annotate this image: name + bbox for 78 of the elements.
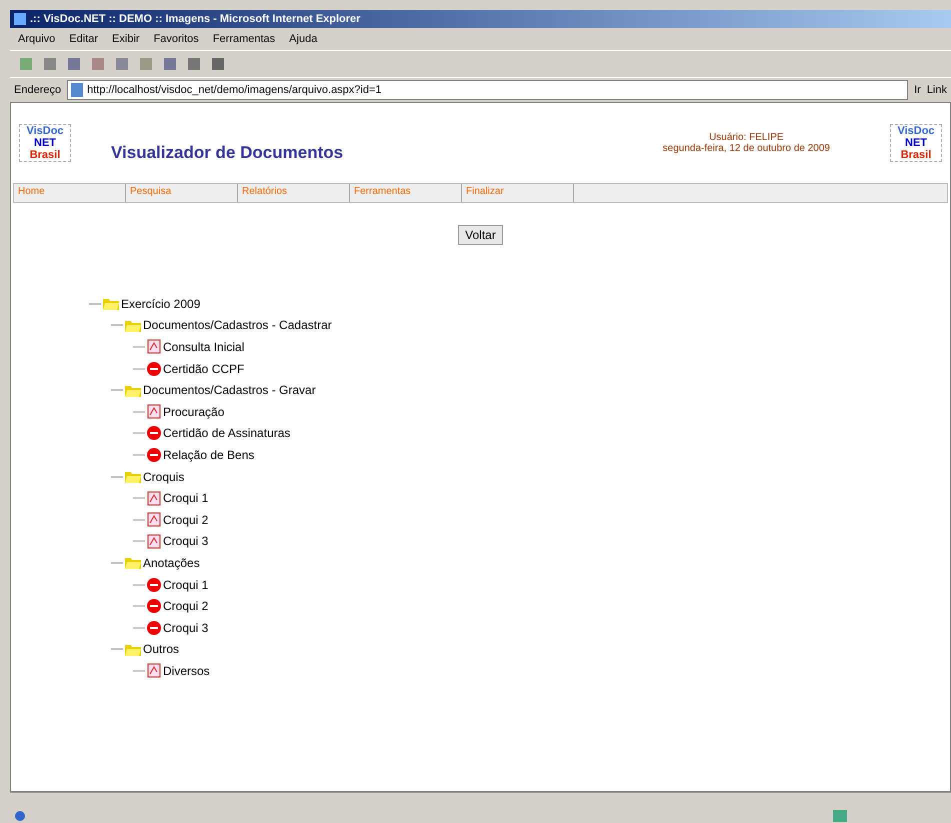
document-icon <box>147 339 161 354</box>
links-button[interactable]: Link <box>926 84 947 96</box>
page-icon <box>14 810 26 822</box>
tree-item[interactable]: Certidão de Assinaturas <box>163 426 290 440</box>
document-icon <box>147 512 161 528</box>
browser-icon <box>14 13 26 25</box>
toolbar-icon[interactable] <box>90 56 106 72</box>
open-folder-icon <box>125 318 141 332</box>
tree-line <box>133 584 145 586</box>
document-icon <box>147 404 161 420</box>
tree-line <box>133 670 145 672</box>
open-folder-icon <box>125 384 141 397</box>
user-name: Usuário: FELIPE <box>709 132 784 143</box>
no-entry-icon <box>147 426 161 440</box>
tree-line <box>133 454 145 456</box>
go-button[interactable]: Ir <box>914 84 921 96</box>
tree-line <box>133 368 145 370</box>
tree-line <box>133 497 145 500</box>
logo: VisDoc NET Brasil <box>19 124 71 162</box>
tree-item[interactable]: Croqui 3 <box>163 534 208 548</box>
no-entry-icon <box>147 620 161 635</box>
address-label: Endereço <box>14 84 62 96</box>
menu-item[interactable]: Exibir <box>112 33 140 45</box>
tree-item[interactable]: Procuração <box>163 404 224 419</box>
back-button[interactable]: Voltar <box>458 225 503 245</box>
toolbar-icon[interactable] <box>210 56 226 72</box>
open-folder-icon <box>103 297 119 310</box>
no-entry-icon <box>147 578 161 592</box>
tree-line <box>133 605 145 608</box>
tree-line <box>133 518 145 521</box>
tree-folder[interactable]: Documentos/Cadastros - Gravar <box>143 383 316 398</box>
toolbar-icon[interactable] <box>186 56 202 72</box>
tree-item[interactable]: Consulta Inicial <box>163 340 244 354</box>
tree-line <box>133 346 145 348</box>
tree-folder[interactable]: Outros <box>143 642 180 656</box>
tree-item[interactable]: Croqui 2 <box>163 512 208 527</box>
open-folder-icon <box>125 470 141 484</box>
tree-item[interactable]: Croqui 1 <box>163 491 208 506</box>
logo: VisDoc NET Brasil <box>890 124 942 162</box>
zone-icon <box>833 810 847 822</box>
date-text: segunda-feira, 12 de outubro de 2009 <box>662 143 830 154</box>
menu-item[interactable]: Editar <box>69 33 98 45</box>
address-field[interactable]: http://localhost/visdoc_net/demo/imagens/arquivo.aspx?id=1 <box>67 80 908 100</box>
tree-item[interactable]: Relação de Bens <box>163 448 254 462</box>
toolbar-icon[interactable] <box>18 56 34 72</box>
no-entry-icon <box>147 599 161 614</box>
tree-folder[interactable]: Croquis <box>143 470 184 484</box>
tree-folder[interactable]: Anotações <box>143 556 200 570</box>
no-entry-icon <box>147 362 161 376</box>
document-icon <box>147 663 161 678</box>
tree-item[interactable]: Certidão CCPF <box>163 362 244 376</box>
menu-item[interactable]: Favoritos <box>154 33 199 45</box>
tree-line <box>133 540 145 542</box>
document-icon <box>147 490 161 506</box>
menu-item[interactable]: Arquivo <box>18 33 56 45</box>
tree-line <box>133 410 145 413</box>
open-folder-icon <box>125 556 141 570</box>
toolbar-icon[interactable] <box>42 56 58 72</box>
toolbar-icon[interactable] <box>138 56 154 72</box>
no-entry-icon <box>147 448 161 462</box>
page-icon <box>71 83 84 97</box>
tree-item[interactable]: Croqui 2 <box>163 599 208 614</box>
toolbar-icon[interactable] <box>162 56 178 72</box>
tree-item[interactable]: Croqui 3 <box>163 620 208 635</box>
toolbar-icon[interactable] <box>66 56 82 72</box>
tree-folder[interactable]: Documentos/Cadastros - Cadastrar <box>143 318 332 332</box>
tree-item[interactable]: Diversos <box>163 664 210 678</box>
menu-item[interactable]: Ajuda <box>289 33 318 45</box>
window-title: .:: VisDoc.NET :: DEMO :: Imagens - Microsoft Internet Explorer <box>30 13 360 25</box>
tree-line <box>133 432 145 434</box>
toolbar-icon[interactable] <box>114 56 130 72</box>
open-folder-icon <box>125 642 141 656</box>
page-title: Visualizador de Documentos <box>111 143 344 163</box>
tree-line <box>133 626 145 629</box>
menu-item[interactable]: Ferramentas <box>212 33 276 45</box>
tree-item[interactable]: Croqui 1 <box>163 578 208 592</box>
document-icon <box>147 534 161 549</box>
tree-folder[interactable]: Exercício 2009 <box>121 296 200 311</box>
